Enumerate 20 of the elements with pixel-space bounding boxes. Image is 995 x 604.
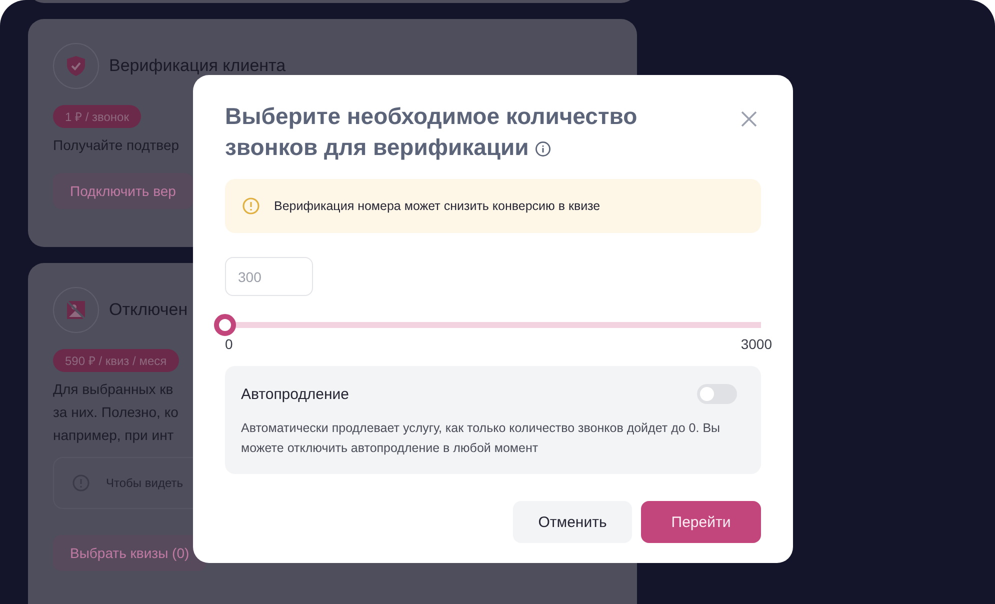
card-button[interactable]: Выбрать квизы (0) xyxy=(53,535,206,571)
info-icon xyxy=(535,141,552,157)
warning-icon xyxy=(242,197,260,215)
price-badge: 590 ₽ / квиз / меся xyxy=(53,349,179,372)
cancel-button[interactable]: Отменить xyxy=(513,501,632,543)
autorenew-label: Автопродление xyxy=(241,386,350,402)
shield-check-icon xyxy=(53,43,99,89)
close-icon xyxy=(741,111,757,127)
modal-title: Выберите необходимое количество звонков для верификации xyxy=(225,102,638,162)
price-badge: 1 ₽ / звонок xyxy=(53,105,141,128)
proceed-button[interactable]: Перейти xyxy=(641,501,761,543)
crossed-image-icon xyxy=(53,287,99,333)
amount-field[interactable]: 300 xyxy=(225,257,313,296)
slider-thumb[interactable] xyxy=(214,314,236,336)
autorenew-toggle[interactable] xyxy=(697,384,737,404)
card-button[interactable]: Подключить вер xyxy=(53,173,193,209)
slider-max-label: 3000 xyxy=(740,336,772,352)
autorenew-description: Автоматически продлевает услугу, как только количество звонков дойдет до 0. Вы можете отключить автопродление в любой момент xyxy=(241,420,722,457)
slider-min-label: 0 xyxy=(225,336,233,352)
warning-text: Верификация номера может снизить конверсию в квизе xyxy=(274,199,600,213)
